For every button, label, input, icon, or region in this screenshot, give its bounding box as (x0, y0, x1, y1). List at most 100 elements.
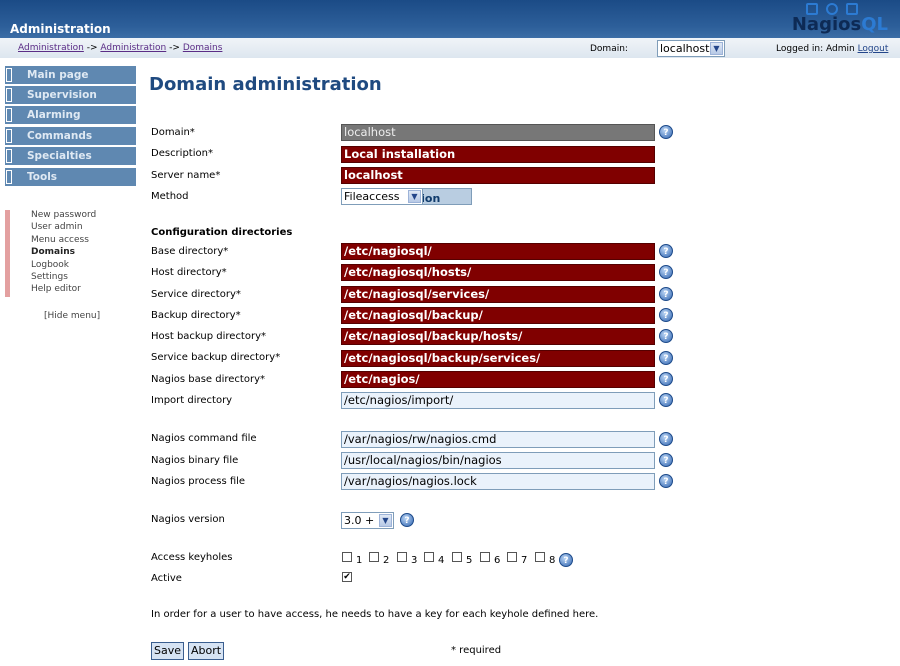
process-file-field[interactable]: /var/nagios/nagios.lock (341, 473, 655, 490)
submenu-user-admin[interactable]: User admin (31, 222, 83, 232)
service-backup-dir-label: Service backup directory* (151, 352, 281, 363)
host-backup-dir-field[interactable]: /etc/nagiosql/backup/hosts/ (341, 328, 655, 345)
logout-link[interactable]: Logout (858, 44, 889, 54)
nav-marker-icon (6, 149, 12, 163)
keyhole-checkbox-2[interactable] (369, 552, 379, 562)
submenu-marker (5, 210, 10, 297)
keyhole-number: 6 (494, 555, 501, 566)
nav-label: Main page (27, 69, 89, 81)
nav-main-page[interactable]: Main page (5, 66, 136, 84)
logo-text-a: Nagios (791, 14, 862, 35)
help-icon[interactable]: ? (659, 329, 673, 343)
nagiosql-logo: NagiosQL (780, 0, 890, 38)
help-icon[interactable]: ? (659, 351, 673, 365)
domain-label: Domain: (590, 44, 628, 54)
version-label: Nagios version (151, 514, 225, 525)
keyhole-number: 2 (383, 555, 390, 566)
import-dir-label: Import directory (151, 395, 233, 406)
backup-dir-label: Backup directory* (151, 310, 241, 321)
active-label: Active (151, 573, 182, 584)
submenu-help-editor[interactable]: Help editor (31, 284, 81, 294)
nav-marker-icon (6, 68, 12, 82)
help-icon[interactable]: ? (659, 287, 673, 301)
nav-marker-icon (6, 170, 12, 184)
backup-dir-field[interactable]: /etc/nagiosql/backup/ (341, 307, 655, 324)
nagios-base-dir-field[interactable]: /etc/nagios/ (341, 371, 655, 388)
help-icon[interactable]: ? (400, 513, 414, 527)
keyhole-checkbox-3[interactable] (397, 552, 407, 562)
service-backup-dir-field[interactable]: /etc/nagiosql/backup/services/ (341, 350, 655, 367)
help-icon[interactable]: ? (659, 308, 673, 322)
abort-button[interactable]: Abort (188, 642, 225, 660)
chevron-down-icon: ▼ (379, 514, 392, 527)
nav-specialties[interactable]: Specialties (5, 147, 136, 165)
submenu-settings[interactable]: Settings (31, 272, 68, 282)
nav-marker-icon (6, 88, 12, 102)
domain-select-value: localhost (660, 42, 710, 55)
keyhole-checkbox-5[interactable] (452, 552, 462, 562)
nav-tools[interactable]: Tools (5, 168, 136, 186)
submenu-domains[interactable]: Domains (31, 247, 75, 257)
nav-alarming[interactable]: Alarming (5, 106, 136, 124)
keyhole-checkbox-6[interactable] (480, 552, 490, 562)
method-select[interactable]: Fileaccess ▼ (341, 188, 423, 205)
keyhole-number: 8 (549, 555, 556, 566)
breadcrumb-link-2[interactable]: Administration (100, 43, 166, 53)
server-name-label: Server name* (151, 170, 221, 181)
breadcrumb-link-1[interactable]: Administration (18, 43, 84, 53)
binary-file-label: Nagios binary file (151, 455, 239, 466)
active-checkbox[interactable]: ✔ (342, 572, 352, 582)
version-select-value: 3.0 + (344, 514, 375, 527)
hide-menu-link[interactable]: [Hide menu] (44, 311, 100, 321)
server-name-field[interactable]: localhost (341, 167, 655, 184)
nagios-base-dir-label: Nagios base directory* (151, 374, 265, 385)
keyhole-note: In order for a user to have access, he n… (151, 609, 599, 620)
binary-file-field[interactable]: /usr/local/nagios/bin/nagios (341, 452, 655, 469)
breadcrumb: Administration -> Administration -> Doma… (18, 43, 222, 53)
submenu-menu-access[interactable]: Menu access (31, 235, 89, 245)
required-note: * required (451, 645, 502, 656)
domain-field[interactable]: localhost (341, 124, 655, 141)
save-button[interactable]: Save (151, 642, 185, 660)
nav-label: Tools (27, 171, 58, 183)
help-icon[interactable]: ? (659, 125, 673, 139)
keyhole-number: 4 (438, 555, 445, 566)
help-icon[interactable]: ? (659, 474, 673, 488)
nav-marker-icon (6, 108, 12, 122)
description-field[interactable]: Local installation (341, 146, 655, 163)
base-dir-field[interactable]: /etc/nagiosql/ (341, 243, 655, 260)
logged-in-text: Logged in: Admin (776, 44, 855, 54)
help-icon[interactable]: ? (659, 453, 673, 467)
submenu-new-password[interactable]: New password (31, 210, 96, 220)
breadcrumb-sep: -> (169, 43, 180, 53)
nav-marker-icon (6, 129, 12, 143)
help-icon[interactable]: ? (659, 244, 673, 258)
keyhole-checkbox-7[interactable] (507, 552, 517, 562)
method-label: Method (151, 191, 189, 202)
breadcrumb-link-3[interactable]: Domains (183, 43, 223, 53)
page-title: Domain administration (149, 74, 382, 95)
nav-supervision[interactable]: Supervision (5, 86, 136, 104)
config-dirs-heading: Configuration directories (151, 227, 293, 238)
help-icon[interactable]: ? (659, 372, 673, 386)
submenu-logbook[interactable]: Logbook (31, 260, 69, 270)
nav-commands[interactable]: Commands (5, 127, 136, 145)
service-dir-field[interactable]: /etc/nagiosql/services/ (341, 286, 655, 303)
keyholes-label: Access keyholes (151, 552, 233, 563)
help-icon[interactable]: ? (659, 265, 673, 279)
help-icon[interactable]: ? (659, 393, 673, 407)
keyhole-checkbox-1[interactable] (342, 552, 352, 562)
host-dir-field[interactable]: /etc/nagiosql/hosts/ (341, 264, 655, 281)
import-dir-field[interactable]: /etc/nagios/import/ (341, 392, 655, 409)
domain-field-label: Domain* (151, 127, 195, 138)
help-icon[interactable]: ? (659, 432, 673, 446)
logo-text-b: QL (861, 14, 888, 35)
keyhole-checkbox-8[interactable] (535, 552, 545, 562)
help-icon[interactable]: ? (559, 553, 573, 567)
keyhole-checkbox-4[interactable] (424, 552, 434, 562)
command-file-field[interactable]: /var/nagios/rw/nagios.cmd (341, 431, 655, 448)
domain-select[interactable]: localhost ▼ (657, 40, 725, 57)
nav-label: Alarming (27, 109, 81, 121)
nav-label: Specialties (27, 150, 92, 162)
version-select[interactable]: 3.0 + ▼ (341, 512, 394, 529)
